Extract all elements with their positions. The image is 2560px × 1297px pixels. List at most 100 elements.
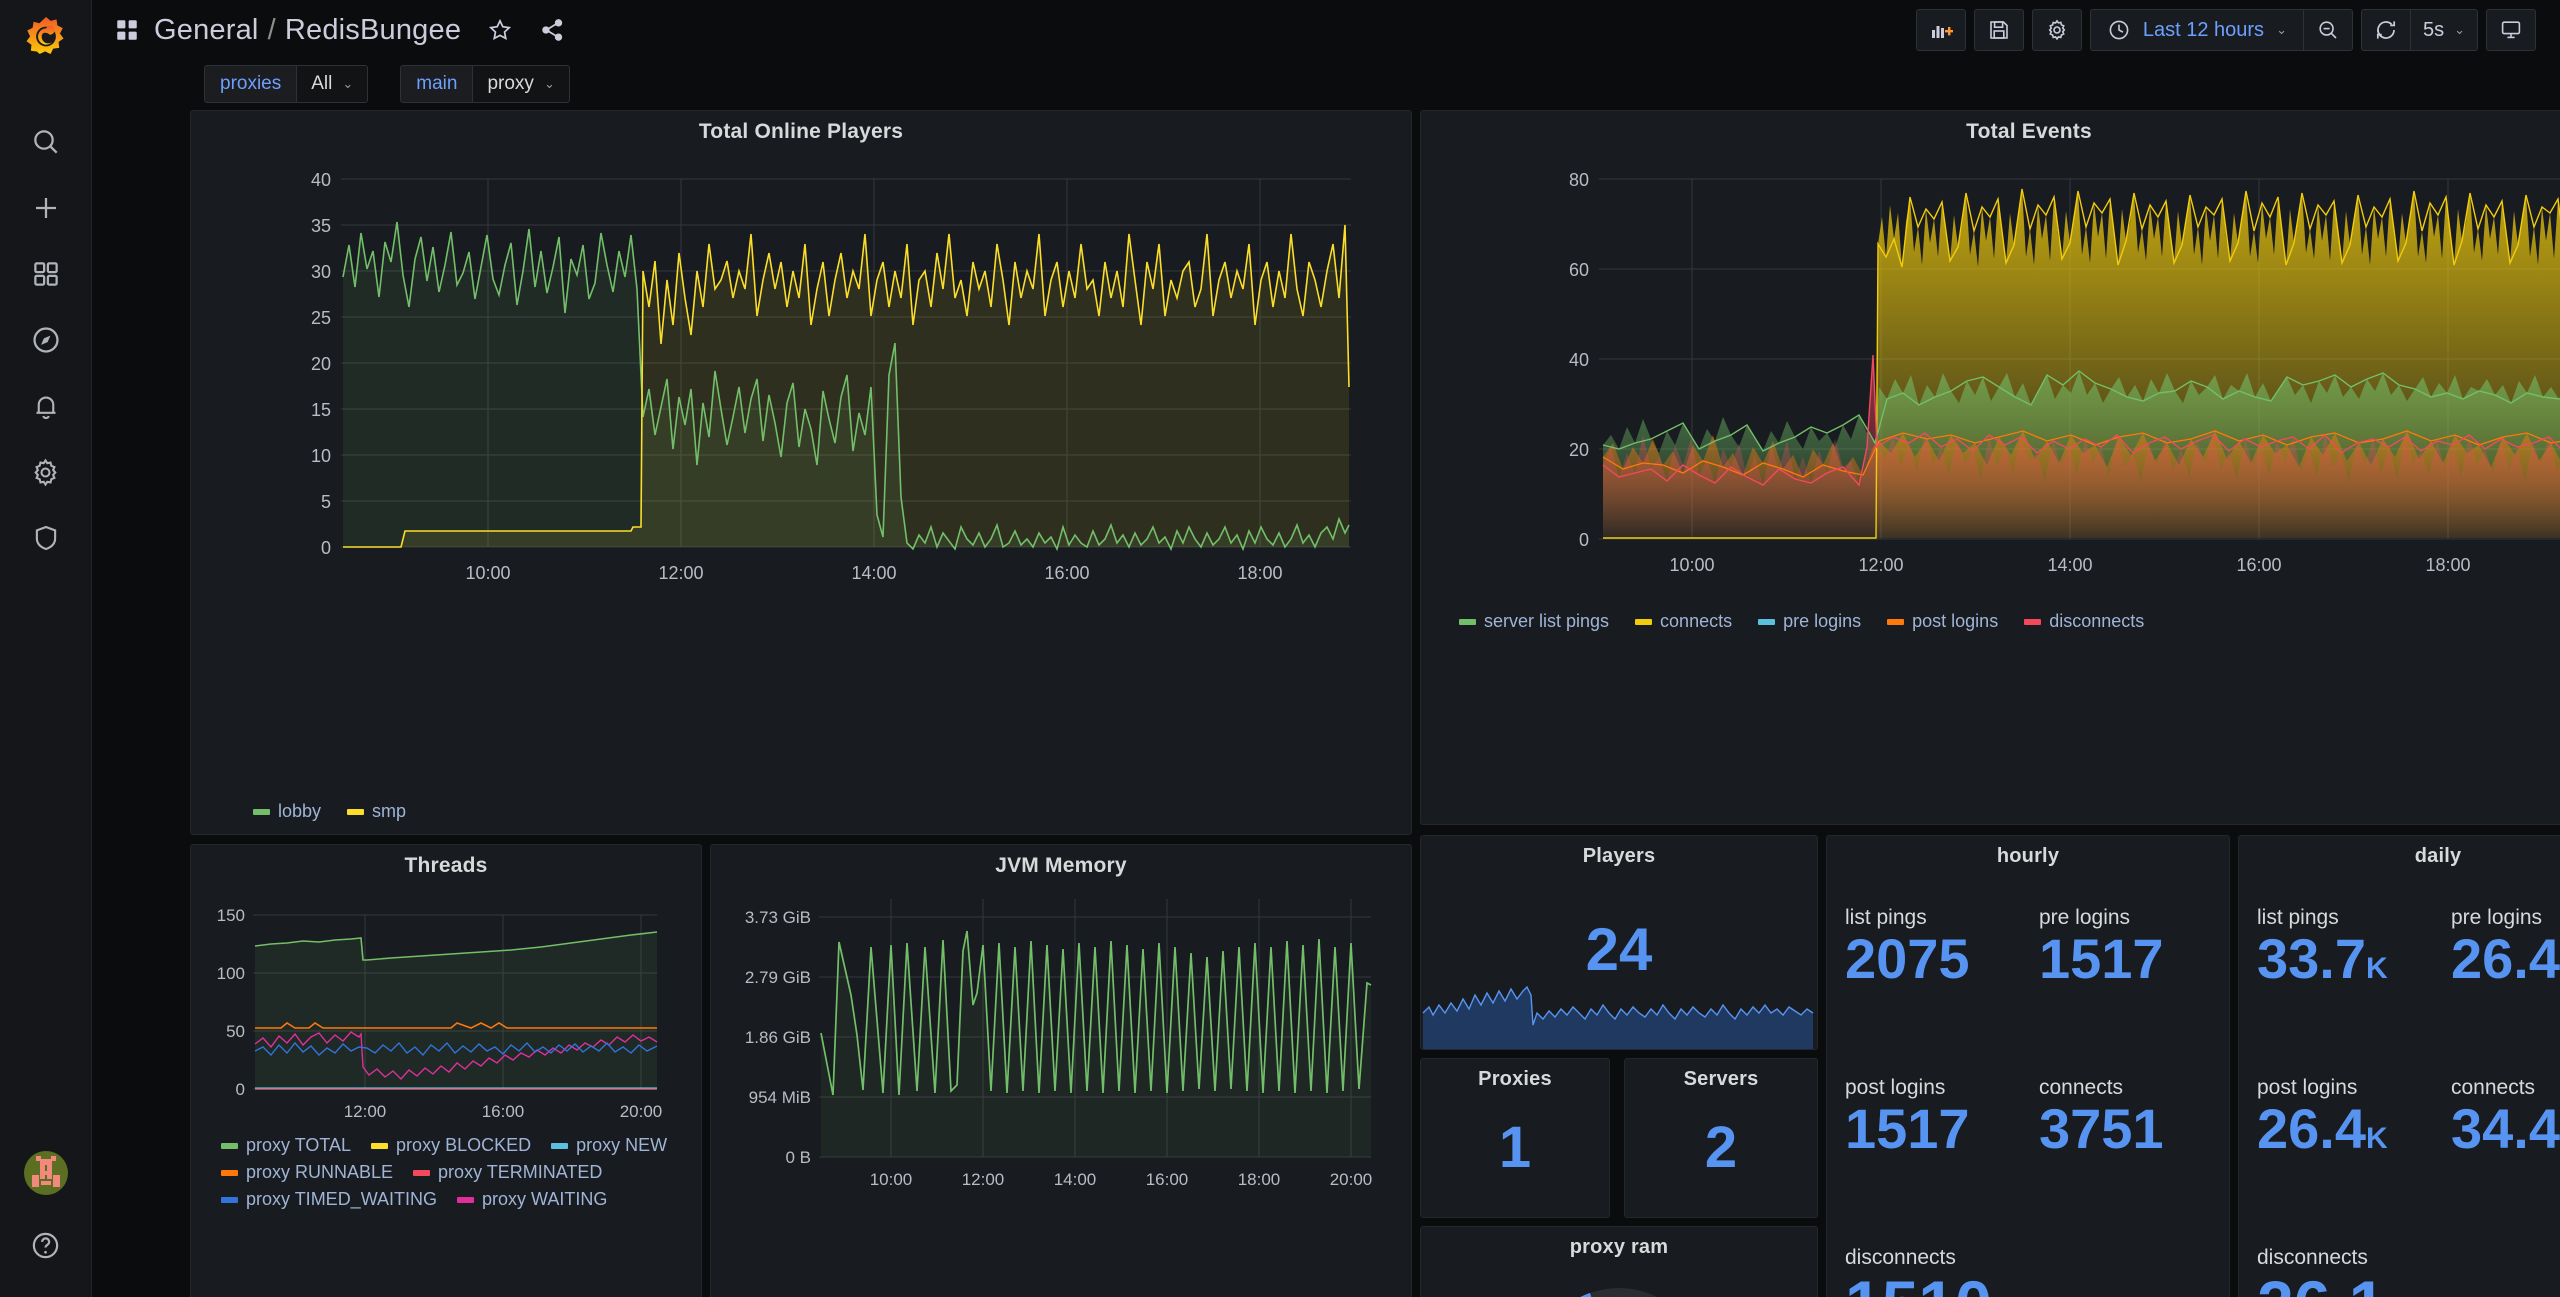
chart-jvm-memory: 3.73 GiB 2.79 GiB 1.86 GiB 954 MiB 0 B 10:0… xyxy=(745,899,1372,1189)
panel-total-events[interactable]: Total Events 80 60 40 20 0 10:00 12:00 1… xyxy=(1420,110,2560,825)
legend-item[interactable]: proxy TERMINATED xyxy=(413,1162,602,1183)
stat-value: 34.4K xyxy=(2451,1097,2560,1160)
daily-stat-post-logins[interactable]: post logins 26.4K xyxy=(2257,1076,2388,1159)
zoom-out-button[interactable] xyxy=(2302,9,2353,51)
stat-number: 26.1 xyxy=(2257,1267,2385,1297)
svg-text:1.86 GiB: 1.86 GiB xyxy=(745,1028,811,1047)
svg-text:10:00: 10:00 xyxy=(465,563,510,583)
tv-mode-button[interactable] xyxy=(2486,9,2536,51)
star-icon[interactable] xyxy=(487,17,513,43)
legend-item[interactable]: proxy RUNNABLE xyxy=(221,1162,393,1183)
svg-text:25: 25 xyxy=(311,308,331,328)
sidebar-item-explore[interactable] xyxy=(18,312,74,368)
svg-text:35: 35 xyxy=(311,216,331,236)
legend-item[interactable]: smp xyxy=(347,801,406,822)
legend-item[interactable]: server list pings xyxy=(1459,611,1609,632)
svg-text:20:00: 20:00 xyxy=(620,1102,663,1121)
svg-text:14:00: 14:00 xyxy=(2047,555,2092,575)
panel-title: Total Events xyxy=(1966,120,2092,143)
svg-text:16:00: 16:00 xyxy=(1044,563,1089,583)
legend-item[interactable]: connects xyxy=(1635,611,1732,632)
panel-proxy-ram[interactable]: proxy ram 1.61 GiB xyxy=(1420,1226,1818,1297)
chevron-down-icon: ⌄ xyxy=(2454,22,2465,37)
gauge-proxy-ram: 1.61 GiB xyxy=(1421,1273,1817,1297)
sidebar-item-search[interactable] xyxy=(18,114,74,170)
legend-swatch-proxy-timed-waiting xyxy=(221,1196,238,1203)
panel-jvm-memory[interactable]: JVM Memory 3.73 GiB 2.79 GiB 1.86 GiB 954 … xyxy=(710,844,1412,1297)
legend-item[interactable]: lobby xyxy=(253,801,321,822)
chevron-down-icon: ⌄ xyxy=(543,76,555,91)
sidebar-item-configuration[interactable] xyxy=(18,444,74,500)
servers-value: 2 xyxy=(1704,1115,1738,1180)
legend-item[interactable]: post logins xyxy=(1887,611,1998,632)
hourly-stat-connects[interactable]: connects 3751 xyxy=(2039,1076,2164,1159)
sidebar-item-create[interactable] xyxy=(18,180,74,236)
legend-item[interactable]: pre logins xyxy=(1758,611,1861,632)
legend-item[interactable]: proxy TIMED_WAITING xyxy=(221,1189,437,1210)
share-icon[interactable] xyxy=(539,17,565,43)
svg-text:954 MiB: 954 MiB xyxy=(749,1088,811,1107)
hourly-stat-post-logins[interactable]: post logins 1517 xyxy=(1845,1076,1970,1159)
svg-text:18:00: 18:00 xyxy=(2425,555,2470,575)
panel-title: Players xyxy=(1582,845,1656,867)
daily-stat-list-pings[interactable]: list pings 33.7K xyxy=(2257,906,2388,989)
panel-hourly[interactable]: hourly list pings 2075 pre logins 1517 p… xyxy=(1826,835,2230,1297)
stat-value: 26.1K xyxy=(2257,1267,2410,1297)
stat-suffix: K xyxy=(2366,952,2388,985)
panel-title: daily xyxy=(2414,845,2462,867)
top-toolbar: General / RedisBungee Last 12 hours ⌄ 5s… xyxy=(92,0,2560,60)
sidebar-item-dashboards[interactable] xyxy=(18,246,74,302)
nav-sidebar xyxy=(0,0,92,1297)
legend-label: proxy NEW xyxy=(576,1135,668,1155)
chart-total-events: 806040 200 10:0012:0014:00 16:0018:0020:… xyxy=(1569,170,2560,575)
daily-stat-pre-logins[interactable]: pre logins 26.4K xyxy=(2451,906,2560,989)
avatar[interactable] xyxy=(23,1151,68,1195)
hourly-stat-pre-logins[interactable]: pre logins 1517 xyxy=(2039,906,2164,989)
breadcrumb-folder[interactable]: General xyxy=(154,14,259,47)
dashboard-grid: Total Online Players 40 35 30 25 20 15 1… xyxy=(92,108,2560,1297)
panel-threads[interactable]: Threads 150 100 50 0 12:00 16:00 20:00 p… xyxy=(190,844,702,1297)
panel-proxies[interactable]: Proxies 1 xyxy=(1420,1058,1610,1218)
legend-swatch-server-list-pings xyxy=(1459,618,1476,625)
legend-label: pre logins xyxy=(1783,611,1862,631)
hourly-stat-disconnects[interactable]: disconnects 1510 xyxy=(1845,1246,1992,1297)
legend-item[interactable]: proxy NEW xyxy=(551,1135,667,1156)
legend-item[interactable]: proxy TOTAL xyxy=(221,1135,351,1156)
panel-title: proxy ram xyxy=(1569,1236,1669,1258)
players-value: 24 xyxy=(1585,916,1653,983)
daily-stat-connects[interactable]: connects 34.4K xyxy=(2451,1076,2560,1159)
svg-text:10:00: 10:00 xyxy=(870,1170,913,1189)
proxies-value: 1 xyxy=(1498,1115,1532,1180)
panel-total-online-players[interactable]: Total Online Players 40 35 30 25 20 15 1… xyxy=(190,110,1412,835)
breadcrumb-dashboard-title[interactable]: RedisBungee xyxy=(285,14,461,47)
time-range-label: Last 12 hours xyxy=(2142,18,2265,41)
legend-swatch-proxy-new xyxy=(551,1142,569,1149)
panel-daily[interactable]: daily list pings 33.7K pre logins 26.4K … xyxy=(2238,835,2560,1297)
sidebar-item-help[interactable] xyxy=(18,1217,74,1273)
legend-item[interactable]: proxy WAITING xyxy=(457,1189,607,1210)
panel-servers[interactable]: Servers 2 xyxy=(1624,1058,1818,1218)
svg-text:50: 50 xyxy=(226,1022,245,1041)
variable-main-value[interactable]: proxy ⌄ xyxy=(473,65,570,103)
panel-players[interactable]: Players 24 xyxy=(1420,835,1818,1050)
dashboard-grid-icon xyxy=(114,17,140,43)
save-dashboard-button[interactable] xyxy=(1973,9,2024,51)
hourly-stat-list-pings[interactable]: list pings 2075 xyxy=(1845,906,1970,989)
sidebar-item-alerting[interactable] xyxy=(18,378,74,434)
legend-swatch-post-logins xyxy=(1887,618,1905,625)
add-panel-button[interactable] xyxy=(1915,9,1966,51)
stat-number: 34.4 xyxy=(2451,1097,2560,1160)
sidebar-item-server-admin[interactable] xyxy=(18,510,74,566)
dashboard-settings-button[interactable] xyxy=(2031,9,2082,51)
legend-label: post logins xyxy=(1912,611,1999,631)
grafana-logo-icon[interactable] xyxy=(22,14,70,62)
daily-stat-disconnects[interactable]: disconnects 26.1K xyxy=(2257,1246,2410,1297)
panel-title: Total Online Players xyxy=(698,120,904,143)
variable-proxies-value[interactable]: All ⌄ xyxy=(297,65,369,103)
legend-item[interactable]: disconnects xyxy=(2024,611,2144,632)
svg-text:20: 20 xyxy=(311,354,331,374)
refresh-button[interactable] xyxy=(2360,9,2410,51)
legend-item[interactable]: proxy BLOCKED xyxy=(371,1135,531,1156)
refresh-interval-picker[interactable]: 5s ⌄ xyxy=(2409,9,2478,51)
time-range-picker[interactable]: Last 12 hours ⌄ xyxy=(2089,9,2303,51)
